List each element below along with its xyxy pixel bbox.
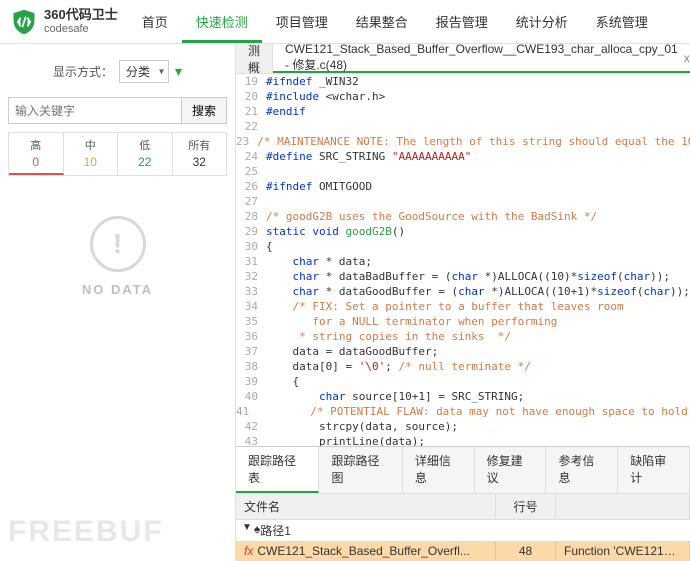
code-line[interactable]: 40 char source[10+1] = SRC_STRING; bbox=[236, 389, 690, 404]
code-line[interactable]: 22 bbox=[236, 119, 690, 134]
code-line[interactable]: 21#endif bbox=[236, 104, 690, 119]
no-data-placeholder: ! NO DATA bbox=[8, 216, 227, 297]
severity-cell[interactable]: 中10 bbox=[64, 133, 119, 175]
logo-title-en: codesafe bbox=[44, 23, 118, 35]
trace-row[interactable]: fxCWE121_Stack_Based_Buffer_Overfl... 48… bbox=[236, 541, 690, 561]
code-line[interactable]: 30{ bbox=[236, 239, 690, 254]
collapse-icon: ▼ bbox=[242, 522, 252, 539]
exclamation-icon: ! bbox=[90, 216, 146, 272]
code-line[interactable]: 23/* MAINTENANCE NOTE: The length of thi… bbox=[236, 134, 690, 149]
code-editor[interactable]: 19#ifndef _WIN3220#include <wchar.h>21#e… bbox=[236, 74, 690, 446]
bottom-tab[interactable]: 参考信息 bbox=[546, 447, 618, 493]
code-line[interactable]: 34 /* FIX: Set a pointer to a buffer tha… bbox=[236, 299, 690, 314]
editor-tabs: 检测概况CWE121_Stack_Based_Buffer_Overflow__… bbox=[236, 44, 690, 74]
bottom-tab[interactable]: 跟踪路径图 bbox=[319, 447, 402, 493]
nav-item[interactable]: 首页 bbox=[128, 0, 182, 43]
nav-item[interactable]: 快速检测 bbox=[182, 0, 262, 43]
code-line[interactable]: 31 char * data; bbox=[236, 254, 690, 269]
nav-item[interactable]: 系统管理 bbox=[582, 0, 662, 43]
col-desc bbox=[556, 494, 690, 519]
nav-item[interactable]: 项目管理 bbox=[262, 0, 342, 43]
code-line[interactable]: 37 data = dataGoodBuffer; bbox=[236, 344, 690, 359]
code-line[interactable]: 39 { bbox=[236, 374, 690, 389]
code-line[interactable]: 19#ifndef _WIN32 bbox=[236, 74, 690, 89]
logo: 360代码卫士 codesafe bbox=[0, 8, 128, 36]
code-line[interactable]: 36 * string copies in the sinks */ bbox=[236, 329, 690, 344]
display-mode-select[interactable]: 分类 ▾ bbox=[119, 60, 169, 83]
caret-down-icon: ▾ bbox=[159, 66, 164, 77]
filter-icon[interactable]: ▾ bbox=[175, 63, 182, 80]
code-line[interactable]: 38 data[0] = '\0'; /* null terminate */ bbox=[236, 359, 690, 374]
col-line: 行号 bbox=[496, 494, 556, 519]
col-filename: 文件名 bbox=[236, 494, 496, 519]
sidebar: 显示方式： 分类 ▾ ▾ 搜索 高0中10低22所有32 ! NO DATA bbox=[0, 44, 236, 561]
code-line[interactable]: 32 char * dataBadBuffer = (char *)ALLOCA… bbox=[236, 269, 690, 284]
severity-cell[interactable]: 所有32 bbox=[173, 133, 227, 175]
search-input[interactable] bbox=[8, 97, 182, 124]
nav-item[interactable]: 统计分析 bbox=[502, 0, 582, 43]
code-line[interactable]: 35 for a NULL terminator when performing bbox=[236, 314, 690, 329]
code-line[interactable]: 28/* goodG2B uses the GoodSource with th… bbox=[236, 209, 690, 224]
logo-title-cn: 360代码卫士 bbox=[44, 8, 118, 22]
editor-tab[interactable]: 检测概况 bbox=[236, 44, 273, 73]
code-line[interactable]: 26#ifndef OMITGOOD bbox=[236, 179, 690, 194]
severity-cell[interactable]: 高0 bbox=[9, 133, 64, 175]
code-line[interactable]: 24#define SRC_STRING "AAAAAAAAAA" bbox=[236, 149, 690, 164]
bottom-tab[interactable]: 详细信息 bbox=[403, 447, 475, 493]
close-icon[interactable]: x bbox=[684, 51, 690, 65]
code-line[interactable]: 41 /* POTENTIAL FLAW: data may not have … bbox=[236, 404, 690, 419]
code-line[interactable]: 33 char * dataGoodBuffer = (char *)ALLOC… bbox=[236, 284, 690, 299]
display-mode-label: 显示方式： bbox=[53, 63, 113, 80]
shield-icon bbox=[10, 8, 38, 36]
code-line[interactable]: 20#include <wchar.h> bbox=[236, 89, 690, 104]
nav-item[interactable]: 报告管理 bbox=[422, 0, 502, 43]
severity-filter: 高0中10低22所有32 bbox=[8, 132, 227, 176]
code-line[interactable]: 43 printLine(data); bbox=[236, 434, 690, 446]
code-line[interactable]: 27 bbox=[236, 194, 690, 209]
bottom-tab[interactable]: 跟踪路径表 bbox=[236, 447, 319, 493]
bottom-panel: 跟踪路径表跟踪路径图详细信息修复建议参考信息缺陷审计 文件名 行号 ▼ ♠ 路径… bbox=[236, 446, 690, 561]
function-icon: fx bbox=[244, 544, 253, 558]
trace-path-group[interactable]: ▼ ♠ 路径1 bbox=[236, 520, 690, 541]
bottom-tab[interactable]: 修复建议 bbox=[475, 447, 547, 493]
main-nav: 首页快速检测项目管理结果整合报告管理统计分析系统管理 bbox=[128, 0, 662, 43]
editor-tab[interactable]: CWE121_Stack_Based_Buffer_Overflow__CWE1… bbox=[273, 44, 690, 73]
bottom-tab[interactable]: 缺陷审计 bbox=[618, 447, 690, 493]
search-button[interactable]: 搜索 bbox=[182, 97, 227, 124]
code-line[interactable]: 25 bbox=[236, 164, 690, 179]
severity-cell[interactable]: 低22 bbox=[118, 133, 173, 175]
code-line[interactable]: 42 strcpy(data, source); bbox=[236, 419, 690, 434]
code-line[interactable]: 29static void goodG2B() bbox=[236, 224, 690, 239]
nav-item[interactable]: 结果整合 bbox=[342, 0, 422, 43]
